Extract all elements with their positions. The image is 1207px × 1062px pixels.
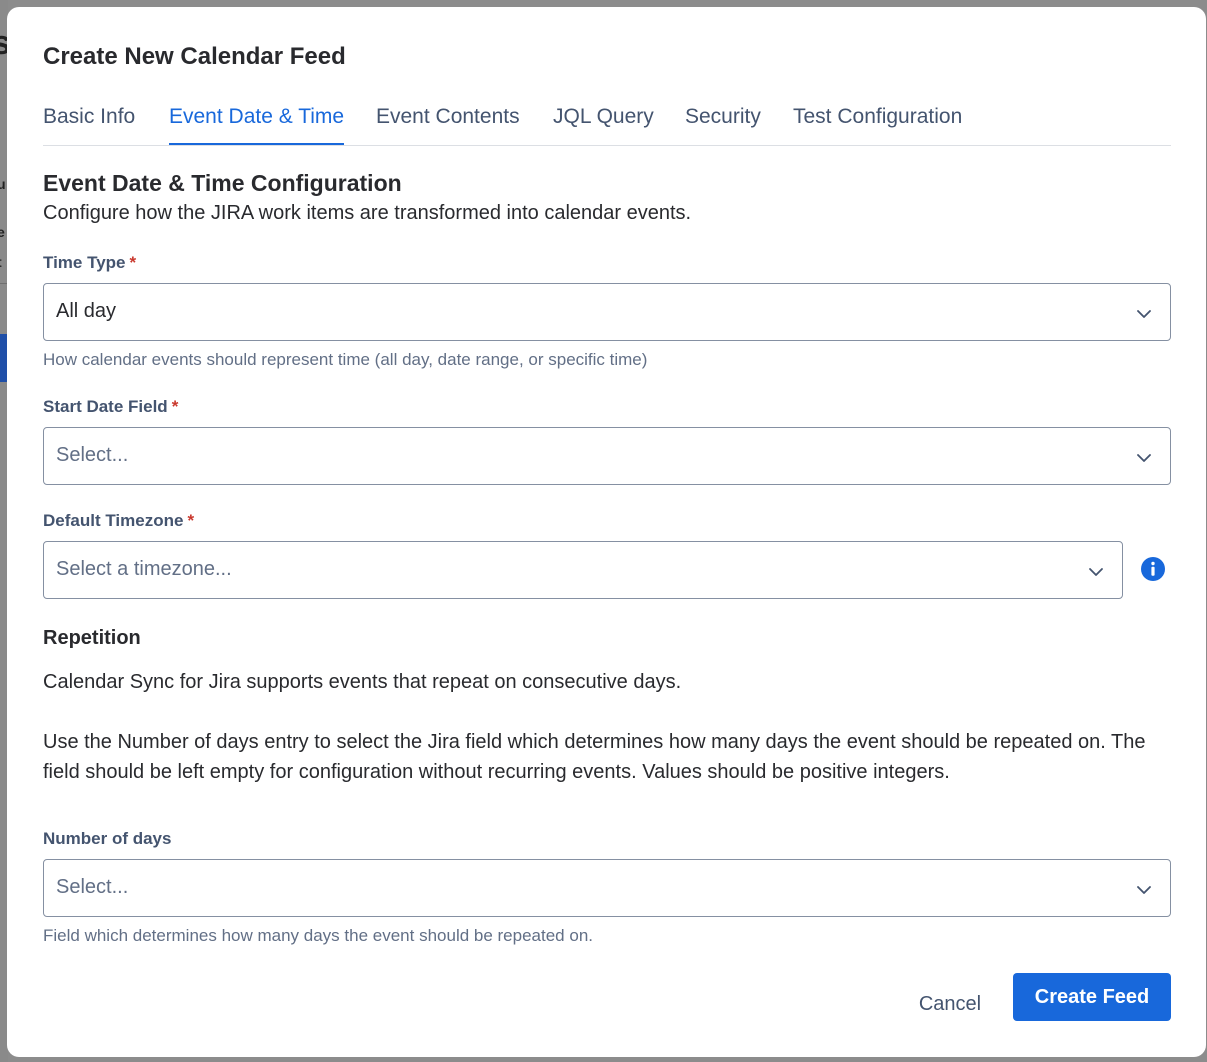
- time-type-value: All day: [56, 300, 117, 322]
- timezone-label: Default Timezone *: [43, 511, 195, 530]
- start-date-select[interactable]: Select...: [43, 427, 1171, 485]
- tab-event-date-time[interactable]: Event Date & Time: [169, 105, 345, 145]
- start-date-placeholder: Select...: [56, 444, 129, 466]
- tab-event-contents[interactable]: Event Contents: [376, 105, 520, 144]
- timezone-select[interactable]: Select a timezone...: [43, 541, 1123, 599]
- chevron-down-icon: [1137, 310, 1151, 318]
- repetition-explanation: Use the Number of days entry to select t…: [43, 731, 1146, 783]
- dialog-title: Create New Calendar Feed: [43, 43, 346, 70]
- number-of-days-helper: Field which determines how many days the…: [43, 926, 593, 945]
- section-description: Configure how the JIRA work items are tr…: [43, 202, 692, 224]
- tab-jql-query[interactable]: JQL Query: [553, 105, 654, 144]
- time-type-label: Time Type *: [43, 253, 137, 272]
- chevron-down-icon: [1089, 568, 1103, 576]
- repetition-heading: Repetition: [43, 627, 141, 649]
- tab-test-configuration[interactable]: Test Configuration: [793, 105, 962, 144]
- chevron-down-icon: [1137, 886, 1151, 894]
- number-of-days-select[interactable]: Select...: [43, 859, 1171, 917]
- time-type-select[interactable]: All day: [43, 283, 1171, 341]
- create-feed-button[interactable]: Create Feed: [1013, 973, 1171, 1021]
- info-icon[interactable]: [1140, 556, 1166, 582]
- required-marker: *: [129, 253, 137, 272]
- create-feed-dialog: Create New Calendar Feed Basic Info Even…: [7, 7, 1206, 1057]
- number-of-days-placeholder: Select...: [56, 876, 129, 898]
- tab-security[interactable]: Security: [685, 105, 761, 144]
- timezone-placeholder: Select a timezone...: [56, 558, 232, 580]
- required-marker: *: [187, 511, 195, 530]
- tab-basic-info[interactable]: Basic Info: [43, 105, 135, 144]
- chevron-down-icon: [1137, 454, 1151, 462]
- tab-bar: Basic Info Event Date & Time Event Conte…: [43, 105, 1171, 146]
- number-of-days-label: Number of days: [43, 829, 172, 848]
- repetition-intro: Calendar Sync for Jira supports events t…: [43, 671, 682, 693]
- section-title: Event Date & Time Configuration: [43, 170, 402, 196]
- cancel-button[interactable]: Cancel: [896, 980, 1004, 1028]
- required-marker: *: [171, 397, 179, 416]
- time-type-helper: How calendar events should represent tim…: [43, 350, 648, 369]
- start-date-label: Start Date Field *: [43, 397, 179, 416]
